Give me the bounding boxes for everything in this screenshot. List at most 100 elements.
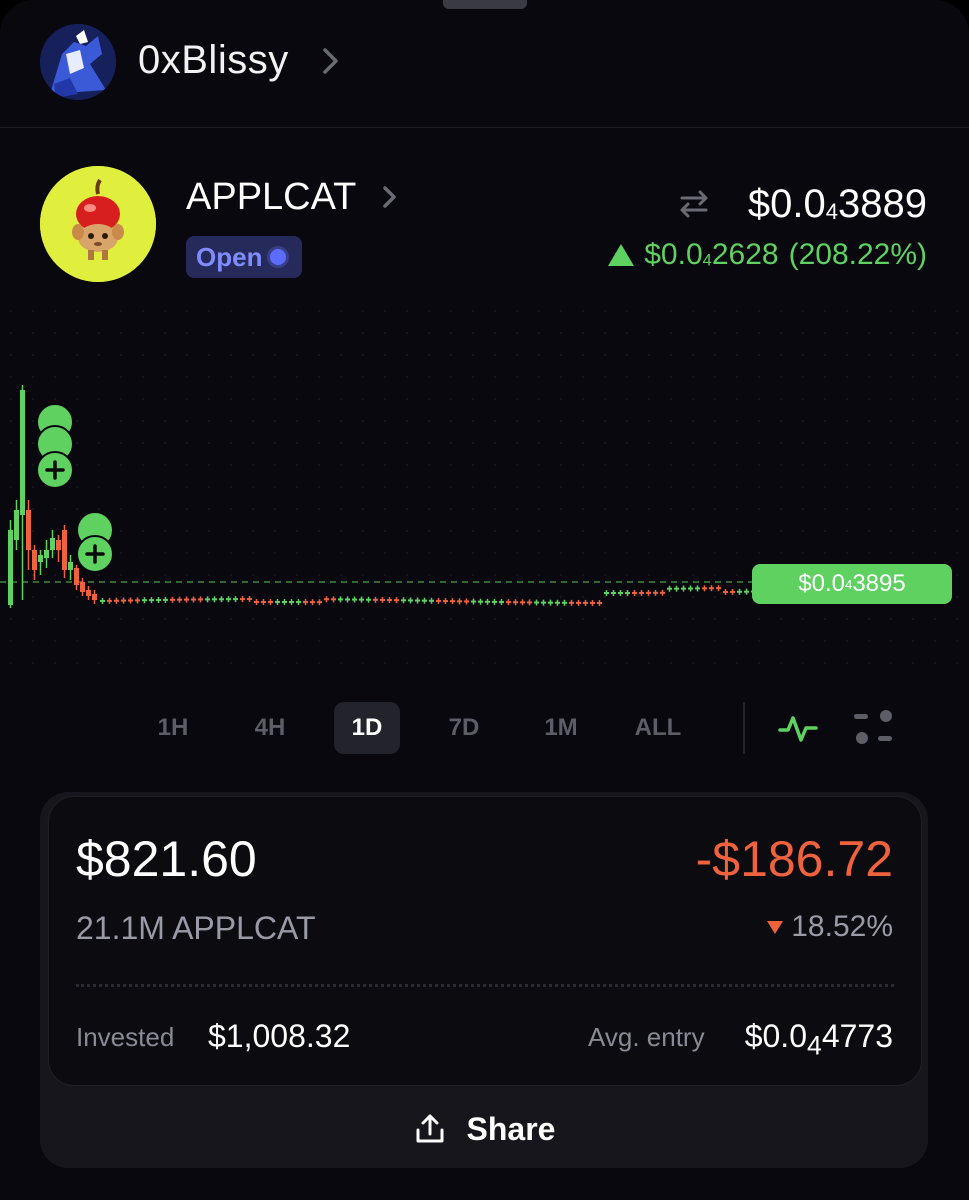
candle: [604, 591, 609, 594]
candle: [401, 599, 406, 602]
candle: [86, 590, 91, 596]
candle: [345, 598, 350, 601]
candle: [639, 591, 644, 594]
candle: [289, 601, 294, 604]
chevron-right-icon[interactable]: [380, 182, 400, 212]
candle: [492, 600, 497, 603]
candle: [436, 599, 441, 602]
current-price-label: $0.0 4 3895: [752, 564, 952, 604]
candle: [205, 598, 210, 601]
candle: [464, 600, 469, 603]
share-icon: [416, 1114, 444, 1143]
chevron-right-icon: [323, 48, 338, 74]
candle: [394, 599, 399, 602]
candle: [163, 598, 168, 601]
candle: [331, 598, 336, 601]
candle: [275, 601, 280, 604]
candle: [611, 592, 616, 594]
candle: [702, 587, 707, 590]
price-chart[interactable]: $0.0 4 3895: [0, 300, 969, 680]
avg-entry-label: Avg. entry: [588, 1022, 705, 1052]
candle: [338, 598, 343, 601]
candle: [92, 594, 97, 600]
swap-arrows-icon[interactable]: [676, 186, 712, 222]
candle: [737, 590, 742, 593]
candle: [26, 510, 31, 550]
candle: [149, 599, 154, 602]
username[interactable]: 0xBlissy: [138, 38, 289, 83]
candle: [373, 598, 378, 601]
candle: [226, 598, 231, 601]
candle: [527, 601, 532, 604]
candle: [135, 599, 140, 602]
candle: [282, 601, 287, 604]
candle: [177, 598, 182, 601]
candle: [625, 591, 630, 594]
invested-label: Invested: [76, 1022, 175, 1052]
candle: [121, 599, 126, 602]
candle: [32, 550, 37, 570]
candle: [100, 600, 105, 602]
status-label: Open: [196, 241, 263, 272]
range-4h[interactable]: 4H: [237, 702, 303, 754]
status-badge: Open: [186, 236, 302, 278]
candle: [20, 390, 25, 515]
candle: [485, 600, 490, 603]
token-name[interactable]: APPLCAT: [186, 176, 356, 219]
candle: [555, 601, 560, 604]
avg-entry-value: $0.044773: [744, 1018, 893, 1061]
candle: [128, 599, 133, 602]
candle: [68, 562, 73, 570]
candle: [695, 587, 700, 590]
avatar[interactable]: [40, 24, 116, 100]
candle: [576, 601, 581, 604]
candle: [366, 598, 371, 601]
candle: [240, 598, 245, 601]
candle: [499, 601, 504, 604]
dotted-divider: [76, 984, 894, 987]
candlestick-toggle-icon[interactable]: [852, 708, 896, 748]
candle: [184, 598, 189, 601]
candle: [513, 601, 518, 604]
range-1d[interactable]: 1D: [334, 702, 400, 754]
candle: [660, 591, 665, 594]
status-dot-icon: [270, 249, 287, 265]
candle: [632, 591, 637, 594]
token-logo: [40, 166, 156, 282]
divider: [743, 702, 745, 754]
candle: [156, 599, 161, 602]
candle: [408, 599, 413, 602]
holdings-amount: 21.1M APPLCAT: [76, 910, 316, 946]
candle: [114, 599, 119, 602]
share-button[interactable]: Share: [40, 1090, 928, 1168]
candle: [422, 599, 427, 602]
range-1h[interactable]: 1H: [140, 702, 206, 754]
candle: [597, 601, 602, 604]
profile-header[interactable]: 0xBlissy: [0, 0, 969, 128]
candle: [562, 601, 567, 604]
candle: [212, 598, 217, 601]
candle: [296, 601, 301, 604]
invested-value: $1,008.32: [208, 1018, 351, 1054]
candle: [261, 601, 266, 604]
position-pnl: -$186.72: [695, 831, 893, 887]
range-7d[interactable]: 7D: [431, 702, 497, 754]
candle: [688, 587, 693, 590]
candle: [653, 591, 658, 594]
candle: [80, 582, 85, 592]
candle: [646, 591, 651, 594]
candle: [380, 598, 385, 601]
candle: [506, 601, 511, 604]
token-price: $0.043889: [747, 182, 927, 226]
candle: [457, 600, 462, 603]
line-chart-icon[interactable]: [776, 706, 820, 750]
range-1m[interactable]: 1M: [528, 702, 594, 754]
candle: [310, 601, 315, 604]
candle: [534, 601, 539, 604]
candle: [44, 550, 49, 558]
candle: [324, 598, 329, 601]
candle: [387, 599, 392, 602]
candle: [8, 530, 13, 605]
candle: [716, 587, 721, 590]
range-all[interactable]: ALL: [625, 702, 691, 754]
